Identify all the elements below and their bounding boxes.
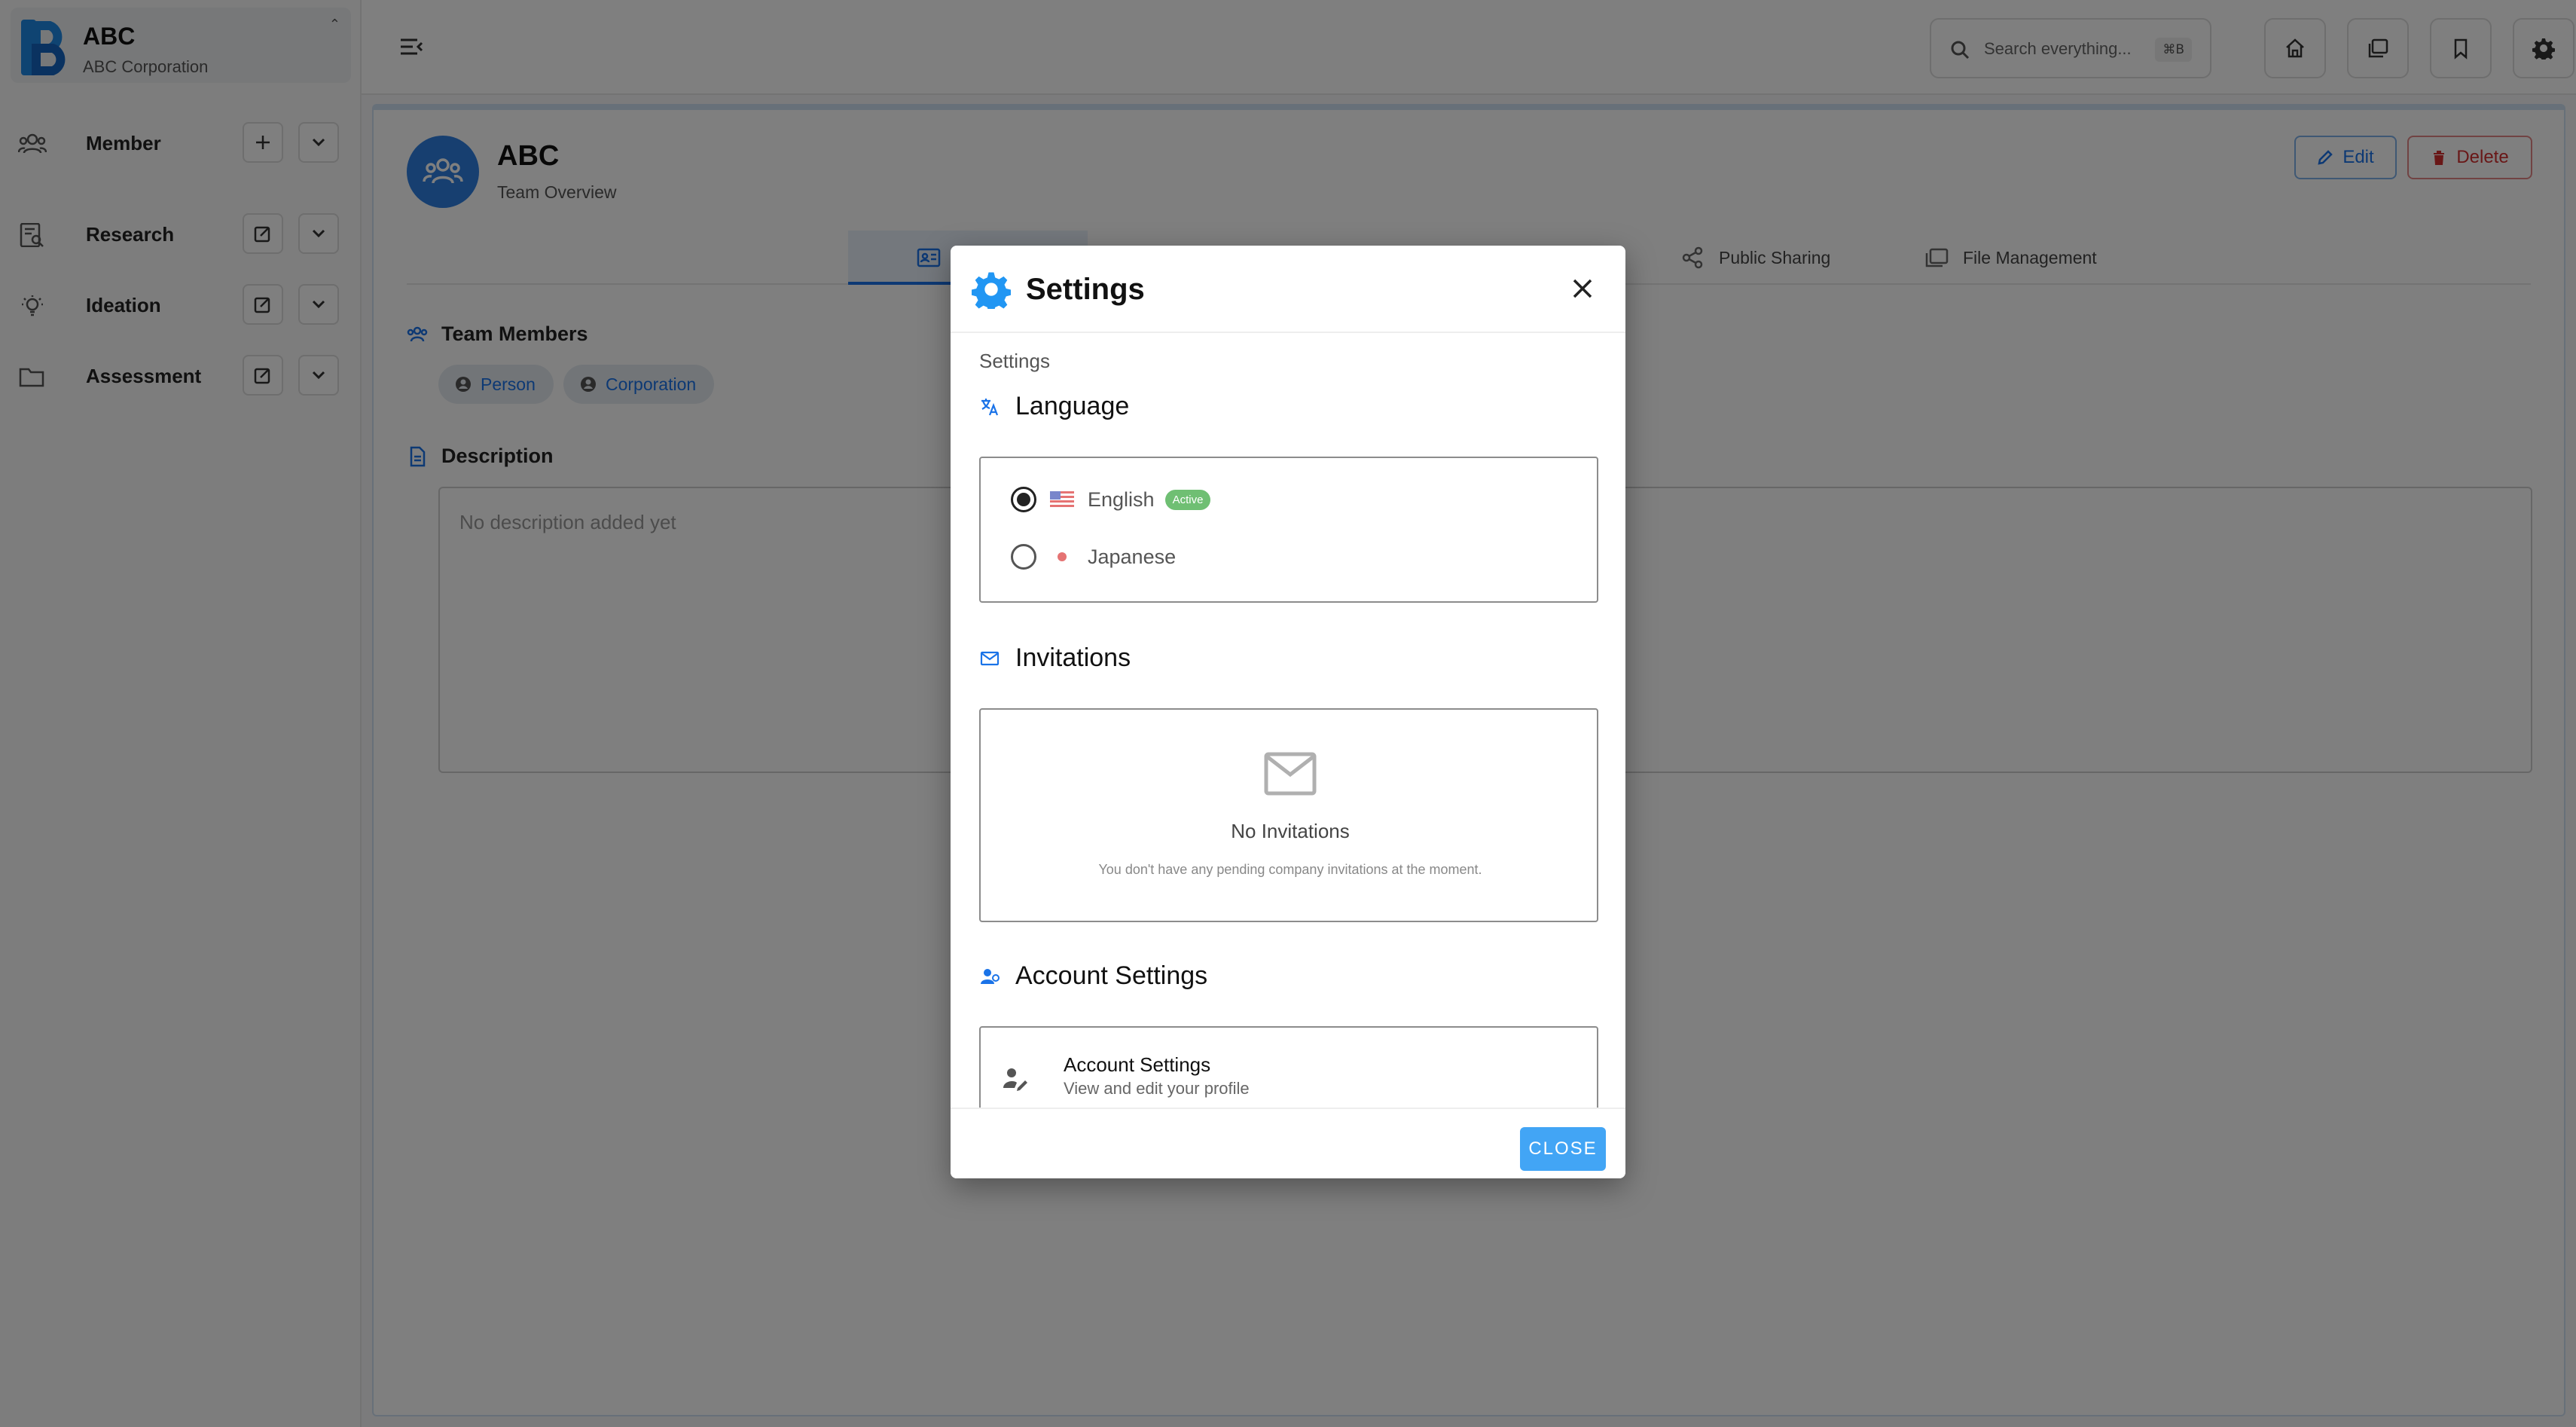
empty-description: You don't have any pending company invit… (1098, 862, 1482, 877)
dialog-subtitle: Settings (979, 350, 1050, 372)
language-option-english[interactable]: English Active (1011, 487, 1211, 512)
account-item-title: Account Settings (1064, 1053, 1211, 1076)
radio-english[interactable] (1011, 487, 1036, 512)
dialog-body[interactable]: Settings Language English Active Japanes… (951, 335, 1625, 1108)
section-title: Account Settings (1015, 961, 1208, 990)
empty-title: No Invitations (1231, 820, 1350, 842)
manage-account-icon (1003, 1068, 1027, 1091)
close-button[interactable]: CLOSE (1520, 1127, 1606, 1171)
dialog-header: Settings (951, 246, 1625, 333)
section-title: Invitations (1015, 643, 1131, 672)
active-badge: Active (1164, 489, 1211, 510)
account-settings-heading: Account Settings (979, 961, 1207, 991)
dialog-title: Settings (1026, 273, 1145, 306)
japan-flag-icon (1050, 548, 1074, 565)
account-item-subtitle: View and edit your profile (1064, 1079, 1250, 1098)
account-icon (981, 968, 1000, 984)
radio-japanese[interactable] (1011, 544, 1036, 570)
close-icon[interactable] (1570, 276, 1595, 301)
language-label: Japanese (1088, 545, 1177, 568)
translate-icon (981, 398, 999, 415)
language-label: English (1088, 487, 1155, 511)
invitations-heading: Invitations (979, 643, 1131, 673)
account-settings-item[interactable]: Account Settings View and edit your prof… (979, 1026, 1598, 1108)
mail-icon (1264, 752, 1317, 796)
settings-dialog: Settings Settings Language English Activ… (951, 246, 1625, 1178)
us-flag-icon (1050, 491, 1074, 508)
mail-icon (980, 651, 1000, 665)
language-heading: Language (979, 392, 1129, 421)
language-options: English Active Japanese (979, 457, 1598, 603)
invitations-panel: No Invitations You don't have any pendin… (979, 708, 1598, 922)
section-title: Language (1015, 392, 1130, 420)
dialog-footer: CLOSE (951, 1108, 1625, 1178)
gear-icon (972, 272, 1011, 309)
language-option-japanese[interactable]: Japanese (1011, 544, 1176, 570)
